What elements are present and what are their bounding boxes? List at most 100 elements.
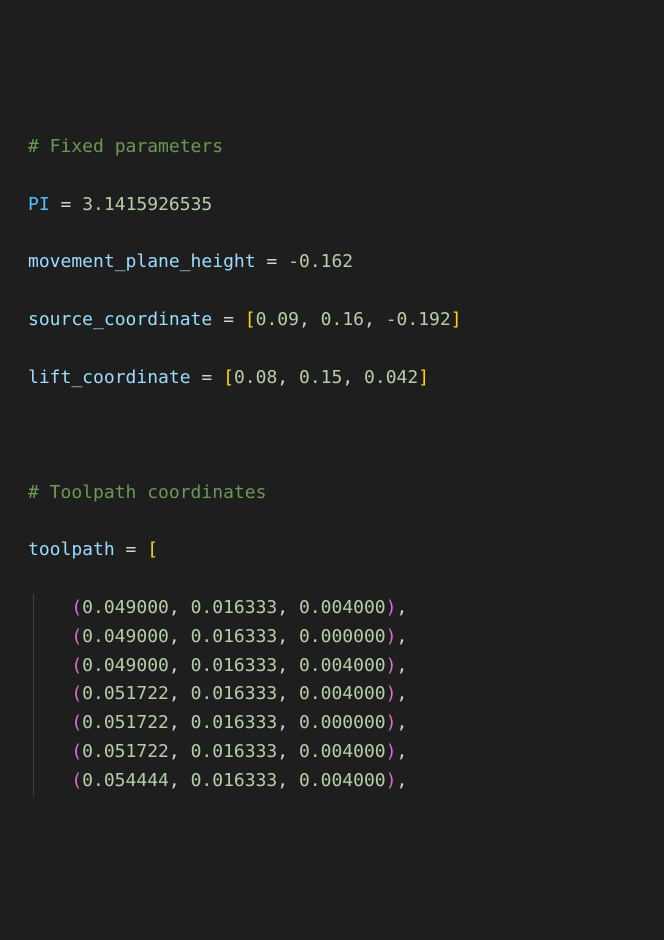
sep: , xyxy=(277,741,299,762)
toolpath-value: 0.004000 xyxy=(299,597,386,618)
trailing-comma: , xyxy=(397,741,408,762)
paren-close: ) xyxy=(386,683,397,704)
indent-guide xyxy=(33,709,34,738)
indent-guide xyxy=(33,680,34,709)
trailing-comma: , xyxy=(397,770,408,791)
toolpath-value: 0.004000 xyxy=(299,655,386,676)
sep: , xyxy=(169,626,191,647)
toolpath-row: (0.051722, 0.016333, 0.004000), xyxy=(28,738,664,767)
toolpath-value: 0.016333 xyxy=(191,770,278,791)
toolpath-value: 0.054444 xyxy=(82,770,169,791)
sep: , xyxy=(169,683,191,704)
toolpath-value: 0.016333 xyxy=(191,712,278,733)
lift-2: 0.042 xyxy=(364,367,418,388)
toolpath-row: (0.049000, 0.016333, 0.004000), xyxy=(28,652,664,681)
sep: , xyxy=(277,367,299,388)
sep: , xyxy=(169,597,191,618)
assign-pi: PI = 3.1415926535 xyxy=(28,191,664,220)
paren-open: ( xyxy=(71,683,82,704)
toolpath-row: (0.051722, 0.016333, 0.000000), xyxy=(28,709,664,738)
paren-open: ( xyxy=(71,712,82,733)
toolpath-value: 0.049000 xyxy=(82,597,169,618)
toolpath-row: (0.049000, 0.016333, 0.000000), xyxy=(28,623,664,652)
toolpath-list: (0.049000, 0.016333, 0.004000),(0.049000… xyxy=(28,594,664,796)
sep: , xyxy=(277,597,299,618)
sep: , xyxy=(364,309,386,330)
toolpath-value: 0.049000 xyxy=(82,655,169,676)
bracket-open: [ xyxy=(245,309,256,330)
toolpath-value: 0.016333 xyxy=(191,655,278,676)
assign-movement-plane-height: movement_plane_height = -0.162 xyxy=(28,248,664,277)
toolpath-value: 0.000000 xyxy=(299,712,386,733)
bracket-open: [ xyxy=(223,367,234,388)
var-mph: movement_plane_height xyxy=(28,251,256,272)
toolpath-value: 0.004000 xyxy=(299,741,386,762)
equals: = xyxy=(201,367,212,388)
indent-guide xyxy=(33,594,34,623)
bracket-close: ] xyxy=(451,309,462,330)
paren-close: ) xyxy=(386,741,397,762)
toolpath-value: 0.000000 xyxy=(299,626,386,647)
val-pi: 3.1415926535 xyxy=(82,194,212,215)
var-src: source_coordinate xyxy=(28,309,212,330)
sep: , xyxy=(342,367,364,388)
sep: , xyxy=(169,741,191,762)
sep: , xyxy=(277,770,299,791)
paren-close: ) xyxy=(386,770,397,791)
paren-close: ) xyxy=(386,597,397,618)
indent-guide xyxy=(33,767,34,796)
equals: = xyxy=(223,309,234,330)
sep: , xyxy=(169,770,191,791)
sep: , xyxy=(277,626,299,647)
comment-toolpath: # Toolpath coordinates xyxy=(28,479,664,508)
assign-toolpath-open: toolpath = [ xyxy=(28,536,664,565)
comment-fixed: # Fixed parameters xyxy=(28,133,664,162)
paren-close: ) xyxy=(386,655,397,676)
trailing-comma: , xyxy=(397,626,408,647)
trailing-comma: , xyxy=(397,655,408,676)
toolpath-value: 0.016333 xyxy=(191,741,278,762)
var-lift: lift_coordinate xyxy=(28,367,191,388)
paren-open: ( xyxy=(71,741,82,762)
src-0: 0.09 xyxy=(256,309,299,330)
toolpath-value: 0.016333 xyxy=(191,683,278,704)
trailing-comma: , xyxy=(397,597,408,618)
assign-source-coordinate: source_coordinate = [0.09, 0.16, -0.192] xyxy=(28,306,664,335)
var-toolpath: toolpath xyxy=(28,539,115,560)
lift-1: 0.15 xyxy=(299,367,342,388)
toolpath-row: (0.051722, 0.016333, 0.004000), xyxy=(28,680,664,709)
sep: , xyxy=(277,712,299,733)
toolpath-row: (0.054444, 0.016333, 0.004000), xyxy=(28,767,664,796)
src-1: 0.16 xyxy=(321,309,364,330)
sep: , xyxy=(277,683,299,704)
assign-lift-coordinate: lift_coordinate = [0.08, 0.15, 0.042] xyxy=(28,364,664,393)
trailing-comma: , xyxy=(397,712,408,733)
paren-close: ) xyxy=(386,712,397,733)
comment-text: # Toolpath coordinates xyxy=(28,482,266,503)
equals: = xyxy=(266,251,277,272)
sep: , xyxy=(169,712,191,733)
blank-line xyxy=(28,421,664,450)
paren-open: ( xyxy=(71,597,82,618)
toolpath-row: (0.049000, 0.016333, 0.004000), xyxy=(28,594,664,623)
bracket-close: ] xyxy=(418,367,429,388)
paren-open: ( xyxy=(71,626,82,647)
bracket-open: [ xyxy=(147,539,158,560)
equals: = xyxy=(61,194,72,215)
sep: , xyxy=(299,309,321,330)
lift-0: 0.08 xyxy=(234,367,277,388)
toolpath-value: 0.004000 xyxy=(299,770,386,791)
toolpath-value: 0.051722 xyxy=(82,741,169,762)
toolpath-value: 0.016333 xyxy=(191,597,278,618)
equals: = xyxy=(126,539,137,560)
toolpath-value: 0.016333 xyxy=(191,626,278,647)
trailing-comma: , xyxy=(397,683,408,704)
toolpath-value: 0.051722 xyxy=(82,683,169,704)
indent-guide xyxy=(33,623,34,652)
sep: , xyxy=(277,655,299,676)
src-2: -0.192 xyxy=(386,309,451,330)
toolpath-value: 0.049000 xyxy=(82,626,169,647)
paren-close: ) xyxy=(386,626,397,647)
toolpath-value: 0.004000 xyxy=(299,683,386,704)
val-mph: -0.162 xyxy=(288,251,353,272)
